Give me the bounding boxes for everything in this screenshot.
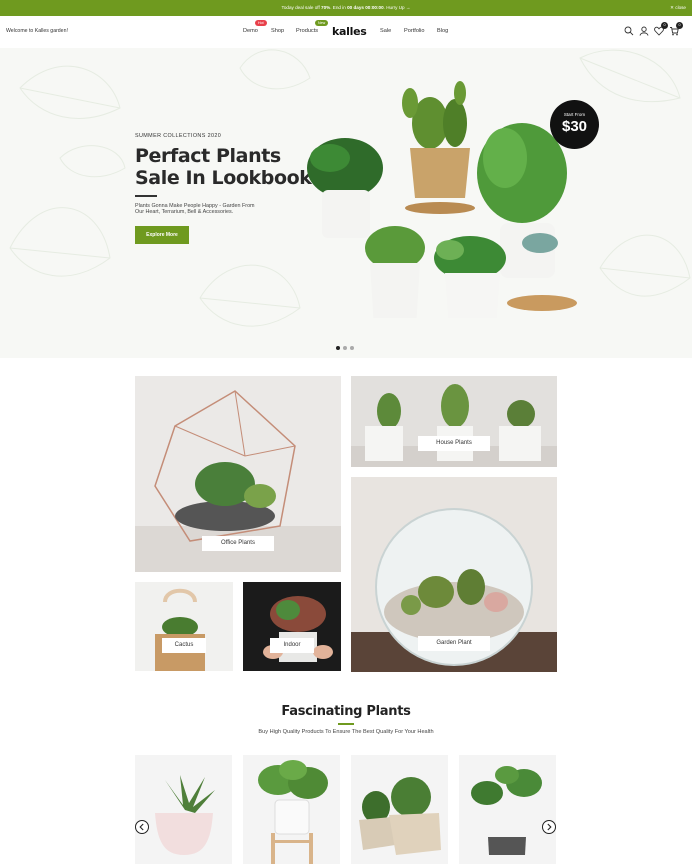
explore-more-button[interactable]: Explore More [135,226,189,244]
title-underline [135,195,157,197]
hero-slider: SUMMER COLLECTIONS 2020 Perfact Plants S… [0,48,692,358]
section-underline [338,723,354,725]
hero-plants-image [307,81,577,318]
wishlist-count: 0 [661,22,668,29]
section-title: Fascinating Plants [281,704,411,719]
product-image-monstera [471,766,542,855]
price-badge: Start From $30 [550,100,599,149]
category-house-plants[interactable] [351,376,557,467]
chevron-left-icon [139,823,144,831]
indoor-image [243,582,341,671]
hurry-up-link[interactable]: . Hurry Up → [384,5,411,10]
close-promo-button[interactable]: ✕ close [670,5,686,11]
nav-item-shop[interactable]: Shop [271,28,284,34]
cactus-label[interactable]: Cactus [162,638,206,653]
slider-dot-1[interactable] [336,346,340,350]
hero-title: Perfact Plants Sale In Lookbook [135,145,312,189]
carousel-prev-button[interactable] [135,820,149,834]
logo[interactable]: kalles [332,25,367,38]
house-plants-label[interactable]: House Plants [418,436,490,451]
promo-bar: Today deal sale off 70%. End in 00 days … [0,0,692,16]
carousel-next-button[interactable] [542,820,556,834]
slider-dots [336,346,356,351]
hero-description: Plants Gonna Make People Happy - Garden … [135,203,255,216]
product-image-concrete-pots [359,777,441,855]
nav-item-demo[interactable]: Demo Hot [243,20,267,34]
heart-icon[interactable]: 0 [654,22,668,36]
product-image-aloe [155,775,215,855]
cart-icon[interactable]: 0 [669,22,683,36]
category-indoor[interactable] [243,582,341,671]
garden-plant-label[interactable]: Garden Plant [418,636,490,651]
product-card[interactable] [243,755,340,864]
product-card[interactable] [135,755,232,864]
cart-count: 0 [676,22,683,29]
indoor-label[interactable]: Indoor [270,638,314,653]
slider-dot-2[interactable] [343,346,347,350]
header-icons: 0 0 [624,22,686,38]
chevron-right-icon [547,823,552,831]
product-card[interactable] [351,755,448,864]
site-header: Welcome to Kalles garden! Demo Hot Shop … [0,16,692,48]
product-image-pilea [258,760,328,864]
nav-item-blog[interactable]: Blog [437,28,448,34]
hot-badge: Hot [255,20,267,26]
promo-text: Today deal sale off 70%. End in 00 days … [281,5,411,10]
section-subtitle: Buy High Quality Products To Ensure The … [258,729,434,735]
user-icon[interactable] [639,26,649,36]
nav-item-products[interactable]: Products New [296,20,329,34]
nav-item-portfolio[interactable]: Portfolio [404,28,425,34]
slider-dot-3[interactable] [350,346,354,350]
hero-subtitle: SUMMER COLLECTIONS 2020 [135,133,222,139]
house-plants-image [351,376,557,467]
new-badge: New [315,20,329,26]
category-cactus[interactable] [135,582,233,671]
cactus-image [135,582,233,671]
nav-item-sale[interactable]: Sale [380,28,391,34]
welcome-text: Welcome to Kalles garden! [6,28,68,34]
office-plants-label[interactable]: Office Plants [202,536,274,551]
product-card[interactable] [459,755,556,864]
search-icon[interactable] [624,26,634,36]
